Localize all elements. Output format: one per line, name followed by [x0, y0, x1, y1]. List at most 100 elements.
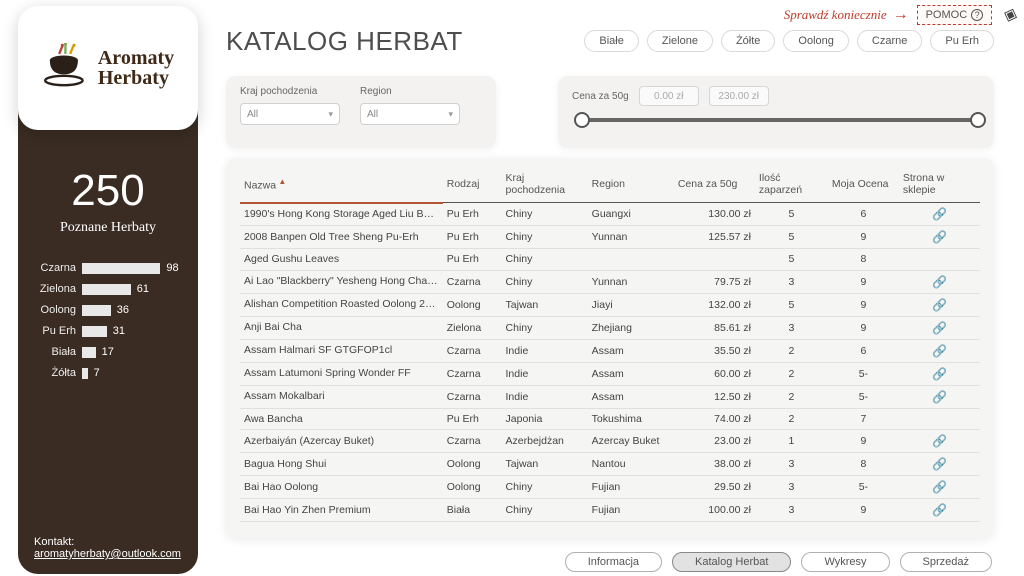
filter-region-select[interactable]: All▾: [360, 103, 460, 125]
cell-type: Biała: [443, 499, 502, 522]
col-rating[interactable]: Moja Ocena: [828, 168, 899, 203]
cell-type: Oolong: [443, 293, 502, 316]
filter-panel: Kraj pochodzenia All▾ Region All▾: [226, 76, 496, 148]
cell-name: Bai Hao Oolong: [240, 476, 443, 499]
link-icon[interactable]: 🔗: [932, 434, 947, 448]
table-row[interactable]: Assam Halmari SF GTGFOP1clCzarnaIndieAss…: [240, 339, 980, 362]
cell-shop-link[interactable]: 🔗: [899, 385, 980, 408]
bottom-tab[interactable]: Sprzedaż: [900, 552, 992, 572]
bar-value: 61: [137, 283, 149, 295]
cell-region: Assam: [588, 362, 674, 385]
category-tab[interactable]: Żółte: [721, 30, 775, 52]
cell-shop-link[interactable]: 🔗: [899, 226, 980, 249]
cell-name: 1990's Hong Kong Storage Aged Liu Bao He…: [240, 203, 443, 226]
link-icon[interactable]: 🔗: [932, 230, 947, 244]
cell-shop-link[interactable]: 🔗: [899, 339, 980, 362]
cell-region: Fujian: [588, 499, 674, 522]
category-tab[interactable]: Zielone: [647, 30, 713, 52]
cell-type: Czarna: [443, 339, 502, 362]
cell-shop-link[interactable]: 🔗: [899, 270, 980, 293]
cell-shop-link[interactable]: 🔗: [899, 203, 980, 226]
link-icon[interactable]: 🔗: [932, 298, 947, 312]
link-icon[interactable]: 🔗: [932, 503, 947, 517]
cell-name: Assam Mokalbari: [240, 385, 443, 408]
bar-label: Żółta: [34, 367, 76, 379]
link-icon[interactable]: 🔗: [932, 367, 947, 381]
link-icon[interactable]: 🔗: [932, 344, 947, 358]
col-type[interactable]: Rodzaj: [443, 168, 502, 203]
link-icon[interactable]: 🔗: [932, 480, 947, 494]
cell-shop-link[interactable]: 🔗: [899, 316, 980, 339]
type-bar-chart: Czarna98Zielona61Oolong36Pu Erh31Biała17…: [18, 262, 198, 379]
col-region[interactable]: Region: [588, 168, 674, 203]
category-tab[interactable]: Oolong: [783, 30, 848, 52]
table-row[interactable]: Alishan Competition Roasted Oolong 2022O…: [240, 293, 980, 316]
bar-value: 7: [94, 367, 100, 379]
cell-shop-link[interactable]: 🔗: [899, 499, 980, 522]
chevron-down-icon: ▾: [448, 109, 453, 120]
table-row[interactable]: Anji Bai ChaZielonaChinyZhejiang85.61 zł…: [240, 316, 980, 339]
cell-brews: 5: [755, 293, 828, 316]
table-row[interactable]: Bai Hao OolongOolongChinyFujian29.50 zł3…: [240, 476, 980, 499]
cell-shop-link[interactable]: 🔗: [899, 453, 980, 476]
cell-type: Czarna: [443, 362, 502, 385]
bar-row: Oolong36: [34, 304, 182, 316]
bottom-tab[interactable]: Informacja: [565, 552, 662, 572]
table-row[interactable]: Ai Lao "Blackberry" Yesheng Hong Cha Cak…: [240, 270, 980, 293]
link-icon[interactable]: 🔗: [932, 390, 947, 404]
cell-name: Alishan Competition Roasted Oolong 2022: [240, 293, 443, 316]
table-row[interactable]: Bai Hao Yin Zhen PremiumBiałaChinyFujian…: [240, 499, 980, 522]
contact-email-link[interactable]: aromatyherbaty@outlook.com: [34, 548, 181, 560]
link-icon[interactable]: 🔗: [932, 275, 947, 289]
cell-shop-link[interactable]: 🔗: [899, 293, 980, 316]
cell-country: Chiny: [502, 499, 588, 522]
col-name[interactable]: Nazwa ▲: [240, 168, 443, 203]
table-row[interactable]: Azerbaiyán (Azercay Buket)CzarnaAzerbejd…: [240, 430, 980, 453]
cell-type: Pu Erh: [443, 408, 502, 430]
bar-row: Pu Erh31: [34, 325, 182, 337]
col-price[interactable]: Cena za 50g: [674, 168, 755, 203]
link-icon[interactable]: 🔗: [932, 207, 947, 221]
bottom-tab[interactable]: Wykresy: [801, 552, 889, 572]
cell-shop-link[interactable]: 🔗: [899, 362, 980, 385]
category-tab[interactable]: Pu Erh: [930, 30, 994, 52]
cell-country: Indie: [502, 339, 588, 362]
bar-value: 31: [113, 325, 125, 337]
cell-name: Anji Bai Cha: [240, 316, 443, 339]
cell-brews: 3: [755, 270, 828, 293]
cell-shop-link[interactable]: 🔗: [899, 430, 980, 453]
bottom-tab[interactable]: Katalog Herbat: [672, 552, 791, 572]
table-row[interactable]: 1990's Hong Kong Storage Aged Liu Bao He…: [240, 203, 980, 226]
table-row[interactable]: Assam Latumoni Spring Wonder FFCzarnaInd…: [240, 362, 980, 385]
category-tab[interactable]: Czarne: [857, 30, 922, 52]
link-icon[interactable]: 🔗: [932, 321, 947, 335]
table-row[interactable]: Bagua Hong ShuiOolongTajwanNantou38.00 z…: [240, 453, 980, 476]
category-tab[interactable]: Białe: [584, 30, 638, 52]
cell-price: 74.00 zł: [674, 408, 755, 430]
col-country[interactable]: Kraj pochodzenia: [502, 168, 588, 203]
slider-handle-max[interactable]: [970, 112, 986, 128]
col-shop[interactable]: Strona w sklepie: [899, 168, 980, 203]
table-row[interactable]: Aged Gushu LeavesPu ErhChiny58: [240, 249, 980, 271]
filter-country-select[interactable]: All▾: [240, 103, 340, 125]
slider-handle-min[interactable]: [574, 112, 590, 128]
table-row[interactable]: Assam MokalbariCzarnaIndieAssam12.50 zł2…: [240, 385, 980, 408]
price-max-box[interactable]: 230.00 zł: [709, 86, 769, 106]
link-icon[interactable]: 🔗: [932, 457, 947, 471]
filter-region-label: Region: [360, 86, 460, 97]
price-slider[interactable]: [574, 118, 986, 122]
cell-price: 38.00 zł: [674, 453, 755, 476]
cell-region: Azercay Buket: [588, 430, 674, 453]
cell-rating: 6: [828, 203, 899, 226]
col-brews[interactable]: Ilość zaparzeń: [755, 168, 828, 203]
table-row[interactable]: 2008 Banpen Old Tree Sheng Pu-ErhPu ErhC…: [240, 226, 980, 249]
table-row[interactable]: Awa BanchaPu ErhJaponiaTokushima74.00 zł…: [240, 408, 980, 430]
cell-region: Tokushima: [588, 408, 674, 430]
chevron-down-icon: ▾: [328, 109, 333, 120]
cell-type: Oolong: [443, 476, 502, 499]
cell-rating: 9: [828, 316, 899, 339]
price-min-box[interactable]: 0.00 zł: [639, 86, 699, 106]
brand-name: Aromaty Herbaty: [98, 48, 174, 88]
cell-shop-link[interactable]: 🔗: [899, 476, 980, 499]
cell-type: Czarna: [443, 385, 502, 408]
